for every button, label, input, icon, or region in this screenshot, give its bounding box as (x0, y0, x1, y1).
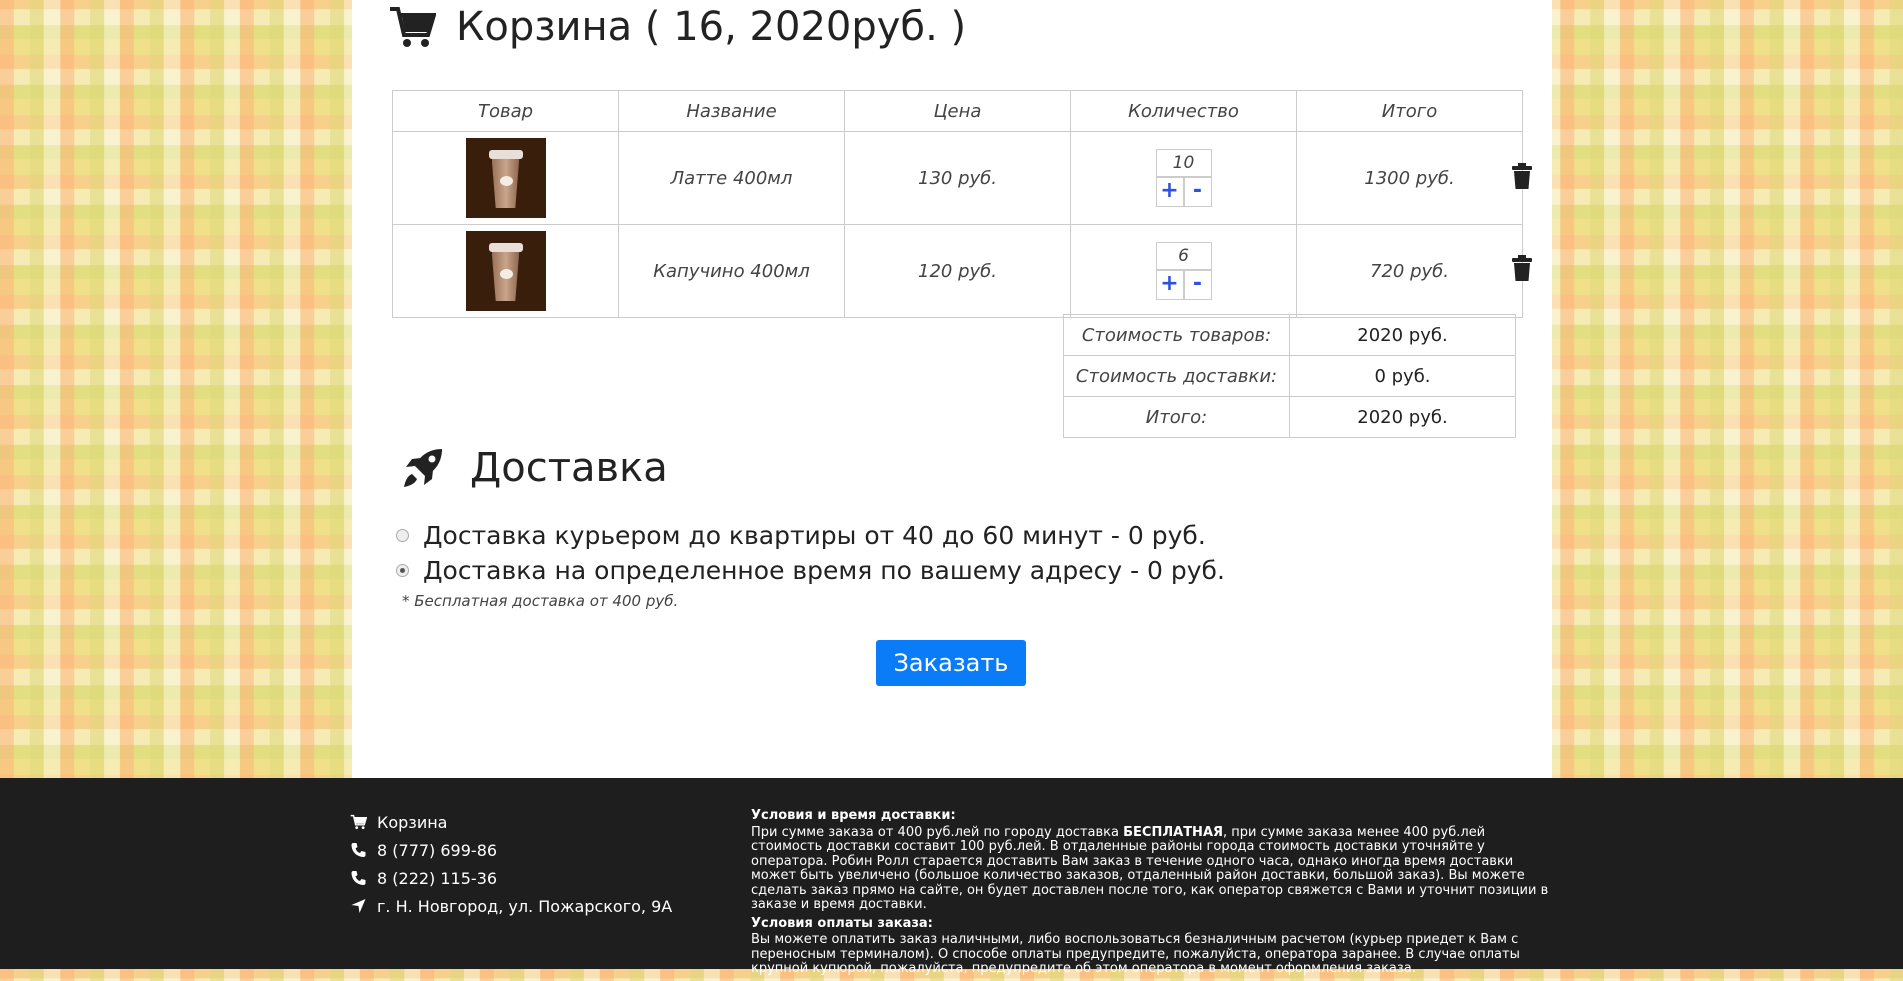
column-header-price: Цена (844, 90, 1071, 132)
footer-address: г. Н. Новгород, ул. Пожарского, 9А (350, 892, 672, 920)
quantity-cell: 10 + - (1070, 131, 1297, 225)
phone-icon (351, 871, 366, 885)
cart-icon (390, 7, 436, 47)
table-header-row: Товар Название Цена Количество Итого (392, 90, 1523, 132)
product-price: 130 руб. (844, 131, 1071, 225)
delivery-option-courier[interactable]: Доставка курьером до квартиры от 40 до 6… (396, 518, 1225, 553)
product-name: Латте 400мл (618, 131, 845, 225)
product-image-cell (392, 224, 619, 318)
table-row: Латте 400мл 130 руб. 10 + - 1300 руб. (392, 131, 1523, 225)
footer: Корзина 8 (777) 699-86 8 (222) 115-36 г.… (0, 778, 1903, 976)
delivery-terms-heading: Условия и время доставки: (751, 808, 956, 823)
footer-info: Условия и время доставки: При сумме зака… (751, 808, 1551, 981)
trash-icon[interactable] (1512, 163, 1532, 189)
product-name: Капучино 400мл (618, 224, 845, 318)
order-button[interactable]: Заказать (876, 640, 1026, 686)
table-row: Капучино 400мл 120 руб. 6 + - 720 руб. (392, 224, 1523, 318)
summary-row: Итого: 2020 руб. (1063, 396, 1516, 438)
rocket-icon (404, 449, 442, 487)
footer-phone-number: 8 (222) 115-36 (377, 868, 498, 888)
phone-icon (351, 843, 366, 857)
delivery-terms-free: БЕСПЛАТНАЯ (1123, 824, 1224, 840)
footer-contacts: Корзина 8 (777) 699-86 8 (222) 115-36 г.… (350, 808, 672, 920)
product-price: 120 руб. (844, 224, 1071, 318)
delivery-terms-part: При сумме заказа от 400 руб.лей по город… (751, 824, 1124, 840)
column-header-name: Название (618, 90, 845, 132)
product-image[interactable] (465, 231, 546, 311)
footer-phone-number: 8 (777) 699-86 (377, 840, 498, 860)
main-content: Корзина ( 16, 2020руб. ) Товар Название … (352, 0, 1552, 778)
product-image[interactable] (465, 138, 546, 218)
cart-header: Корзина ( 16, 2020руб. ) (388, 4, 966, 50)
quantity-stepper: 6 + - (1155, 242, 1212, 300)
decrease-quantity-button[interactable]: - (1183, 177, 1212, 207)
payment-terms-text: Вы можете оплатить заказ наличными, либо… (751, 932, 1520, 976)
goods-cost-value: 2020 руб. (1289, 314, 1516, 356)
increase-quantity-button[interactable]: + (1155, 177, 1184, 207)
grand-total-label: Итого: (1063, 396, 1290, 438)
footer-phone[interactable]: 8 (222) 115-36 (350, 864, 672, 892)
footer-cart-label: Корзина (377, 812, 448, 832)
summary-row: Стоимость товаров: 2020 руб. (1063, 314, 1516, 356)
location-arrow-icon (351, 899, 366, 913)
goods-cost-label: Стоимость товаров: (1063, 314, 1290, 356)
column-header-product: Товар (392, 90, 619, 132)
column-header-total: Итого (1296, 90, 1523, 132)
footer-phone[interactable]: 8 (777) 699-86 (350, 836, 672, 864)
quantity-stepper: 10 + - (1155, 149, 1212, 207)
delivery-option-label: Доставка курьером до квартиры от 40 до 6… (423, 521, 1206, 550)
cart-icon (350, 814, 367, 830)
payment-terms-heading: Условия оплаты заказа: (751, 915, 933, 931)
product-total: 1300 руб. (1296, 131, 1523, 225)
radio-button-selected[interactable] (396, 564, 409, 577)
radio-button[interactable] (396, 529, 409, 542)
free-delivery-note: * Бесплатная доставка от 400 руб. (402, 592, 679, 610)
delivery-option-label: Доставка на определенное время по вашему… (423, 556, 1225, 585)
product-total: 720 руб. (1296, 224, 1523, 318)
column-header-quantity: Количество (1070, 90, 1297, 132)
product-image-cell (392, 131, 619, 225)
delivery-options: Доставка курьером до квартиры от 40 до 6… (396, 518, 1225, 588)
delivery-terms-text: При сумме заказа от 400 руб.лей по город… (751, 824, 1551, 913)
cart-summary: Стоимость товаров: 2020 руб. Стоимость д… (1063, 314, 1516, 438)
delivery-title: Доставка (470, 445, 668, 491)
quantity-value[interactable]: 10 (1155, 149, 1212, 177)
page-title: Корзина ( 16, 2020руб. ) (456, 4, 967, 50)
footer-address-text: г. Н. Новгород, ул. Пожарского, 9А (377, 896, 673, 916)
trash-icon[interactable] (1512, 255, 1532, 281)
grand-total-value: 2020 руб. (1289, 396, 1516, 438)
quantity-value[interactable]: 6 (1155, 242, 1212, 270)
quantity-cell: 6 + - (1070, 224, 1297, 318)
increase-quantity-button[interactable]: + (1155, 270, 1184, 300)
delivery-header: Доставка (402, 445, 668, 491)
delivery-cost-label: Стоимость доставки: (1063, 355, 1290, 397)
summary-row: Стоимость доставки: 0 руб. (1063, 355, 1516, 397)
cart-table: Товар Название Цена Количество Итого Лат… (392, 90, 1523, 318)
delivery-cost-value: 0 руб. (1289, 355, 1516, 397)
footer-cart-link[interactable]: Корзина (350, 808, 672, 836)
delivery-option-scheduled[interactable]: Доставка на определенное время по вашему… (396, 553, 1225, 588)
decrease-quantity-button[interactable]: - (1183, 270, 1212, 300)
